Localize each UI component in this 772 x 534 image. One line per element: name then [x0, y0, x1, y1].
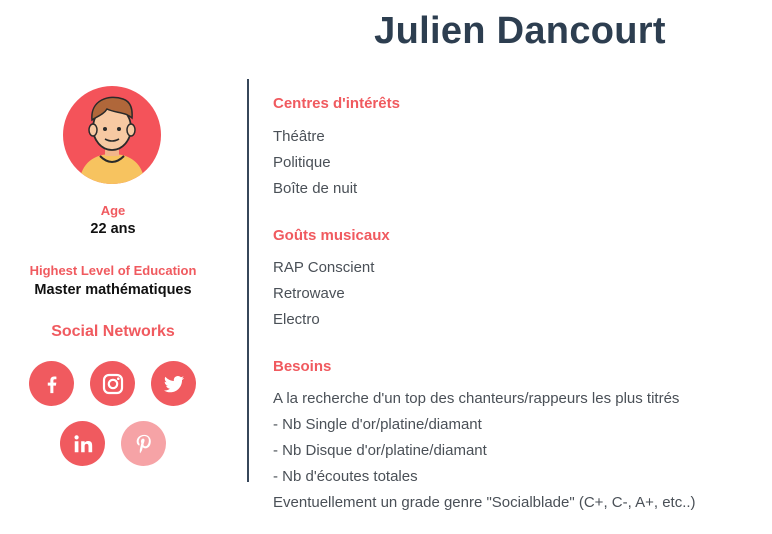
music-item: Retrowave [273, 285, 345, 302]
music-heading: Goûts musicaux [273, 227, 390, 244]
needs-item: - Nb d'écoutes totales [273, 468, 418, 485]
facebook-link[interactable] [29, 361, 74, 406]
twitter-link[interactable] [151, 361, 196, 406]
avatar [63, 86, 161, 184]
social-networks-label: Social Networks [51, 323, 175, 340]
education-value: Master mathématiques [34, 282, 192, 298]
music-item: Electro [273, 311, 320, 328]
interest-item: Boîte de nuit [273, 180, 358, 197]
facebook-icon [47, 375, 56, 393]
linkedin-link[interactable] [60, 421, 105, 466]
instagram-link[interactable] [90, 361, 135, 406]
vertical-divider [247, 79, 249, 482]
avatar-illustration [79, 96, 145, 184]
profile-sidebar: Age 22 ans Highest Level of Education Ma… [0, 0, 226, 534]
pinterest-link[interactable] [121, 421, 166, 466]
needs-item: - Nb Single d'or/platine/diamant [273, 416, 482, 433]
linkedin-icon [73, 434, 92, 452]
needs-heading: Besoins [273, 358, 332, 375]
age-label: Age [100, 203, 126, 218]
interest-item: Théâtre [273, 128, 325, 145]
pinterest-icon [136, 434, 151, 453]
interests-heading: Centres d'intérêts [273, 95, 400, 112]
interest-item: Politique [273, 154, 331, 171]
age-value: 22 ans [90, 221, 136, 237]
twitter-icon [163, 375, 184, 392]
needs-item: A la recherche d'un top des chanteurs/ra… [273, 390, 680, 407]
music-item: RAP Conscient [273, 259, 375, 276]
persona-name: Julien Dancourt [374, 10, 666, 52]
needs-item: - Nb Disque d'or/platine/diamant [273, 442, 487, 459]
needs-item: Eventuellement un grade genre "Socialbla… [273, 494, 696, 511]
instagram-icon [102, 373, 123, 394]
education-label: Highest Level of Education [29, 263, 197, 278]
